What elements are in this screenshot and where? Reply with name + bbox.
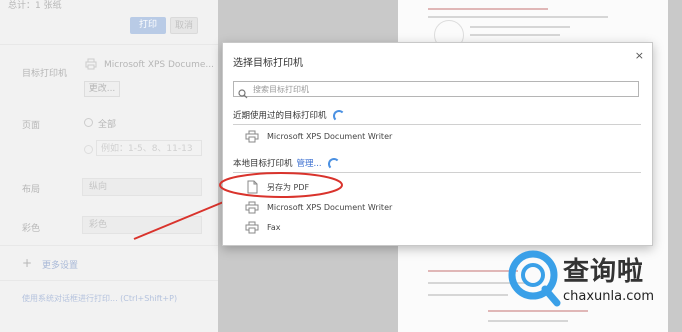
watermark-logo: 查询啦 chaxunla.com: [505, 245, 682, 332]
watermark-text: 查询啦: [563, 257, 645, 287]
magnifier-logo-icon: [508, 250, 561, 307]
watermark-url: chaxunla.com: [563, 289, 654, 304]
